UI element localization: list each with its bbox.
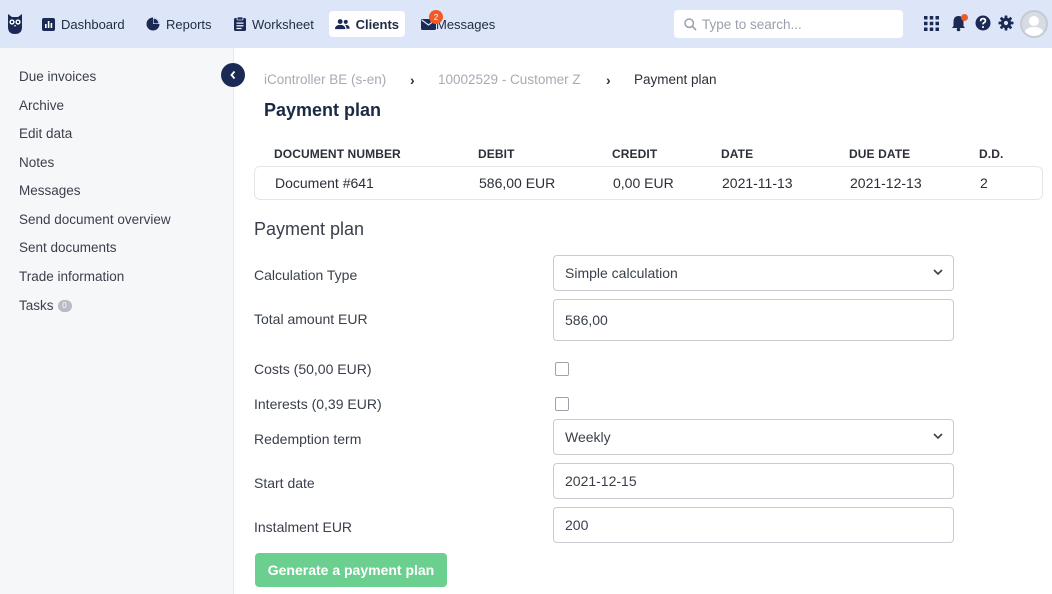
- breadcrumb-separator-icon: ›: [606, 72, 611, 88]
- nav-reports[interactable]: Reports: [140, 11, 218, 37]
- sidebar-item-sent-documents[interactable]: Sent documents: [19, 240, 117, 255]
- nav-messages[interactable]: 2 Messages: [415, 10, 501, 37]
- breadcrumb-customer[interactable]: 10002529 - Customer Z: [438, 72, 581, 87]
- start-date-input[interactable]: 2021-12-15: [553, 463, 954, 499]
- calculation-type-label: Calculation Type: [254, 267, 358, 283]
- cell-due-date: 2021-12-13: [850, 175, 922, 191]
- sidebar-item-label: Sent documents: [19, 240, 117, 255]
- owl-logo-icon[interactable]: [6, 13, 24, 35]
- cell-document-number: Document #641: [275, 175, 374, 191]
- cell-credit: 0,00 EUR: [613, 175, 674, 191]
- column-header-dd: D.D.: [979, 147, 1004, 161]
- sidebar-item-label: Due invoices: [19, 69, 97, 84]
- total-amount-input[interactable]: 586,00: [553, 299, 954, 341]
- sidebar-item-trade-information[interactable]: Trade information: [19, 269, 124, 284]
- sidebar-item-label: Archive: [19, 98, 65, 113]
- search-box[interactable]: [674, 10, 903, 38]
- total-amount-value: 586,00: [565, 312, 608, 328]
- interests-label: Interests (0,39 EUR): [254, 396, 382, 412]
- start-date-label: Start date: [254, 475, 315, 491]
- sidebar-item-due-invoices[interactable]: Due invoices: [19, 69, 96, 84]
- gear-icon[interactable]: [998, 15, 1016, 33]
- sidebar-item-label: Notes: [19, 155, 55, 170]
- pie-chart-icon: [146, 17, 160, 31]
- instalment-input[interactable]: 200: [553, 507, 954, 543]
- column-header-credit: CREDIT: [612, 147, 658, 161]
- notification-dot: [961, 14, 968, 21]
- column-header-debit: DEBIT: [478, 147, 515, 161]
- tasks-count-badge: 0: [57, 300, 72, 313]
- top-navigation-bar: Dashboard Reports Worksheet Clients 2 Me…: [0, 0, 1052, 48]
- cell-debit: 586,00 EUR: [479, 175, 556, 191]
- sidebar-item-label: Edit data: [19, 126, 73, 141]
- costs-checkbox[interactable]: [555, 362, 569, 376]
- sidebar-item-messages[interactable]: Messages: [19, 183, 81, 198]
- instalment-label: Instalment EUR: [254, 519, 353, 535]
- sidebar-item-label: Tasks: [19, 298, 54, 313]
- redemption-term-select[interactable]: Weekly: [553, 419, 954, 455]
- chevron-left-icon: [230, 70, 236, 80]
- breadcrumb-current: Payment plan: [634, 72, 717, 87]
- bar-chart-icon: [42, 17, 55, 31]
- redemption-term-label: Redemption term: [254, 431, 362, 447]
- breadcrumb-company[interactable]: iController BE (s-en): [264, 72, 386, 87]
- help-icon[interactable]: [975, 15, 993, 33]
- collapse-sidebar-button[interactable]: [221, 63, 245, 87]
- client-sidebar: Due invoices Archive Edit data Notes Mes…: [0, 48, 234, 594]
- generate-payment-plan-button[interactable]: Generate a payment plan: [255, 553, 447, 587]
- user-avatar[interactable]: [1020, 10, 1048, 38]
- nav-reports-label: Reports: [166, 16, 212, 32]
- calculation-type-select[interactable]: Simple calculation: [553, 255, 954, 291]
- page-title: Payment plan: [264, 100, 382, 120]
- column-header-date: DATE: [721, 147, 754, 161]
- redemption-term-value: Weekly: [565, 429, 611, 445]
- chevron-down-icon: [933, 269, 943, 276]
- users-icon: [335, 19, 350, 30]
- instalment-value: 200: [565, 517, 589, 533]
- nav-clients[interactable]: Clients: [329, 11, 405, 37]
- payment-plan-section-title: Payment plan: [254, 219, 365, 239]
- column-header-due-date: DUE DATE: [849, 147, 911, 161]
- nav-worksheet-label: Worksheet: [252, 16, 314, 32]
- search-input[interactable]: [702, 16, 892, 32]
- total-amount-label: Total amount EUR: [254, 311, 368, 327]
- sidebar-item-label: Send document overview: [19, 212, 171, 227]
- sidebar-item-edit-data[interactable]: Edit data: [19, 126, 72, 141]
- nav-worksheet[interactable]: Worksheet: [228, 11, 320, 37]
- nav-messages-label: Messages: [436, 16, 496, 32]
- sidebar-item-archive[interactable]: Archive: [19, 98, 64, 113]
- sidebar-item-notes[interactable]: Notes: [19, 155, 54, 170]
- bell-icon[interactable]: [951, 14, 969, 33]
- chevron-down-icon: [933, 433, 943, 440]
- nav-clients-label: Clients: [355, 16, 399, 32]
- column-header-document-number: DOCUMENT NUMBER: [274, 147, 401, 161]
- nav-dashboard-label: Dashboard: [61, 16, 125, 32]
- breadcrumb-separator-icon: ›: [410, 72, 415, 88]
- costs-label: Costs (50,00 EUR): [254, 361, 372, 377]
- start-date-value: 2021-12-15: [565, 473, 637, 489]
- messages-count-badge: 2: [429, 10, 443, 24]
- sidebar-item-label: Trade information: [19, 269, 125, 284]
- cell-dd: 2: [980, 175, 988, 191]
- cell-date: 2021-11-13: [722, 175, 793, 191]
- search-icon: [684, 17, 697, 31]
- sidebar-item-send-document-overview[interactable]: Send document overview: [19, 212, 171, 227]
- calculation-type-value: Simple calculation: [565, 265, 678, 281]
- sidebar-item-tasks[interactable]: Tasks 0: [19, 298, 72, 313]
- nav-dashboard[interactable]: Dashboard: [36, 11, 131, 37]
- clipboard-icon: [234, 17, 246, 31]
- interests-checkbox[interactable]: [555, 397, 569, 411]
- apps-grid-icon[interactable]: [923, 15, 941, 33]
- sidebar-item-label: Messages: [19, 183, 81, 198]
